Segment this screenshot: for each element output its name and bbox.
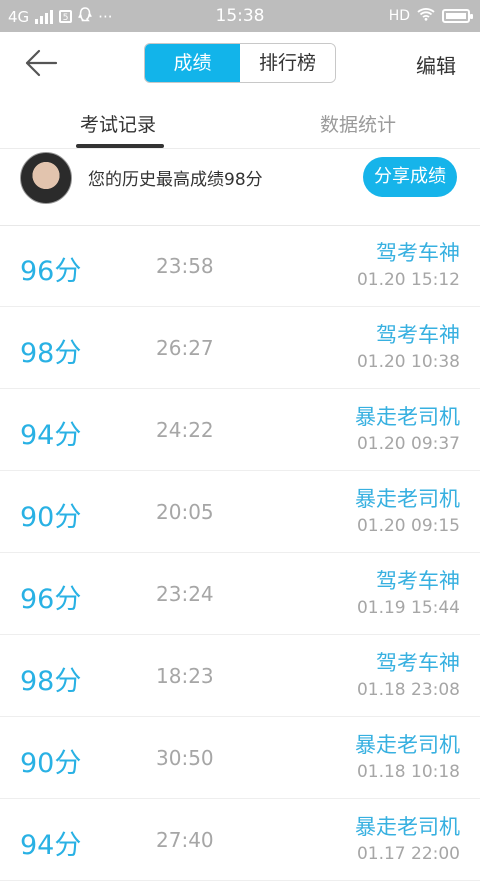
- wifi-icon: [417, 7, 435, 25]
- record-duration: 27:40: [156, 828, 214, 852]
- edit-button[interactable]: 编辑: [416, 50, 456, 79]
- record-duration: 20:05: [156, 500, 214, 524]
- record-date: 01.20 09:15: [356, 516, 460, 536]
- record-score: 96分: [20, 256, 82, 287]
- record-score: 90分: [20, 502, 82, 533]
- record-row[interactable]: 90分 30:50 暴走老司机 01.18 10:18: [0, 717, 480, 799]
- record-date: 01.20 09:37: [356, 434, 460, 454]
- hd-label: HD: [388, 8, 410, 24]
- record-score: 98分: [20, 338, 82, 369]
- record-date: 01.18 23:08: [356, 680, 460, 700]
- battery-icon: [442, 9, 473, 23]
- record-title: 驾考车神: [376, 323, 460, 347]
- record-score: 96分: [20, 584, 82, 615]
- record-row[interactable]: 94分 24:22 暴走老司机 01.20 09:37: [0, 389, 480, 471]
- avatar[interactable]: [20, 152, 72, 204]
- record-duration: 23:24: [156, 582, 214, 606]
- record-title: 暴走老司机: [355, 815, 460, 839]
- record-score: 94分: [20, 420, 82, 451]
- record-title: 驾考车神: [376, 241, 460, 265]
- record-date: 01.20 15:12: [356, 270, 460, 290]
- record-row[interactable]: 98分 18:23 驾考车神 01.18 23:08: [0, 635, 480, 717]
- record-score: 98分: [20, 666, 82, 697]
- record-title: 驾考车神: [376, 651, 460, 675]
- best-score-text: 您的历史最高成绩98分: [88, 170, 263, 190]
- best-score-banner: 您的历史最高成绩98分 分享成绩: [0, 148, 480, 226]
- status-bar: 4G 5 ··· 15:38 HD: [0, 0, 480, 32]
- back-button[interactable]: [24, 48, 58, 78]
- record-date: 01.17 22:00: [356, 844, 460, 864]
- segment-score[interactable]: 成绩: [145, 44, 240, 82]
- tab-exam-records[interactable]: 考试记录: [80, 110, 156, 137]
- records-list: 96分 23:58 驾考车神 01.20 15:12 98分 26:27 驾考车神 01.20…: [0, 225, 480, 881]
- record-row[interactable]: 90分 20:05 暴走老司机 01.20 09:15: [0, 471, 480, 553]
- record-date: 01.19 15:44: [356, 598, 460, 618]
- record-score: 94分: [20, 830, 82, 861]
- record-title: 驾考车神: [376, 569, 460, 593]
- segment-ranking[interactable]: 排行榜: [240, 44, 335, 82]
- tab-bar: 考试记录 数据统计: [0, 94, 480, 149]
- share-score-button[interactable]: 分享成绩: [363, 157, 457, 197]
- record-title: 暴走老司机: [355, 405, 460, 429]
- segment-control: 成绩 排行榜: [144, 43, 336, 83]
- tab-statistics[interactable]: 数据统计: [320, 110, 396, 137]
- record-title: 暴走老司机: [355, 487, 460, 511]
- record-duration: 24:22: [156, 418, 214, 442]
- record-duration: 30:50: [156, 746, 214, 770]
- record-duration: 26:27: [156, 336, 214, 360]
- nav-bar: 成绩 排行榜 编辑: [0, 32, 480, 94]
- record-score: 90分: [20, 748, 82, 779]
- record-row[interactable]: 96分 23:24 驾考车神 01.19 15:44: [0, 553, 480, 635]
- record-title: 暴走老司机: [355, 733, 460, 757]
- record-date: 01.18 10:18: [356, 762, 460, 782]
- record-date: 01.20 10:38: [356, 352, 460, 372]
- arrow-left-icon: [25, 49, 58, 77]
- record-row[interactable]: 98分 26:27 驾考车神 01.20 10:38: [0, 307, 480, 389]
- record-row[interactable]: 96分 23:58 驾考车神 01.20 15:12: [0, 225, 480, 307]
- record-duration: 23:58: [156, 254, 214, 278]
- record-row[interactable]: 94分 27:40 暴走老司机 01.17 22:00: [0, 799, 480, 881]
- record-duration: 18:23: [156, 664, 214, 688]
- status-right: HD: [388, 7, 473, 25]
